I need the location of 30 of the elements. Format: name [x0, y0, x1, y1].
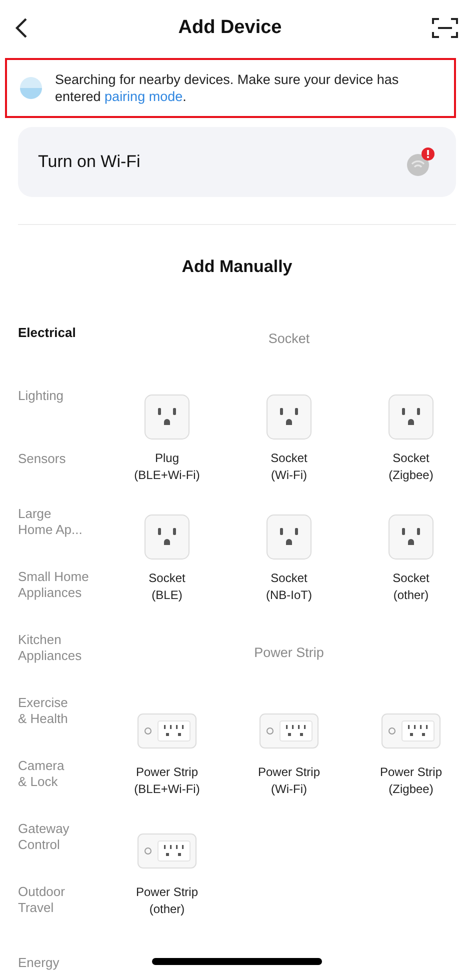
section-title: Add Manually: [180, 256, 294, 278]
page-title: Add Device: [178, 17, 282, 39]
device-tile[interactable]: Socket (Wi-Fi): [228, 385, 350, 505]
power-strip-icon: [259, 713, 319, 749]
device-tile[interactable]: Power Strip (other): [106, 819, 228, 939]
outlet-icon: [144, 514, 190, 560]
outlet-icon: [144, 394, 190, 440]
wifi-card[interactable]: Turn on Wi-Fi: [18, 127, 456, 197]
outlet-icon: [266, 394, 312, 440]
device-tile[interactable]: Power Strip (BLE+Wi-Fi): [106, 699, 228, 819]
power-strip-icon: [137, 833, 197, 869]
device-tile[interactable]: Plug (BLE+Wi-Fi): [106, 385, 228, 505]
power-strip-icon: [137, 713, 197, 749]
device-tile[interactable]: Power Strip (Zigbee): [350, 699, 472, 819]
outlet-icon: [266, 514, 312, 560]
device-tile[interactable]: Socket (other): [350, 505, 472, 625]
category-item[interactable]: Electrical: [0, 301, 106, 364]
group-title: Power Strip: [254, 644, 324, 662]
group-title: Socket: [268, 330, 310, 348]
banner-message: Searching for nearby devices. Make sure your device has entered pairing mode.: [55, 71, 400, 105]
device-tile[interactable]: Socket (Zigbee): [350, 385, 472, 505]
device-tile[interactable]: Socket (NB-IoT): [228, 505, 350, 625]
outlet-icon: [388, 514, 434, 560]
pairing-mode-link[interactable]: pairing mode: [104, 89, 183, 104]
power-strip-icon: [381, 713, 441, 749]
device-tile[interactable]: Socket (BLE): [106, 505, 228, 625]
loading-spinner-icon: [19, 76, 43, 100]
device-tile[interactable]: Power Strip (Wi-Fi): [228, 699, 350, 819]
scan-button[interactable]: [430, 15, 460, 41]
outlet-icon: [388, 394, 434, 440]
